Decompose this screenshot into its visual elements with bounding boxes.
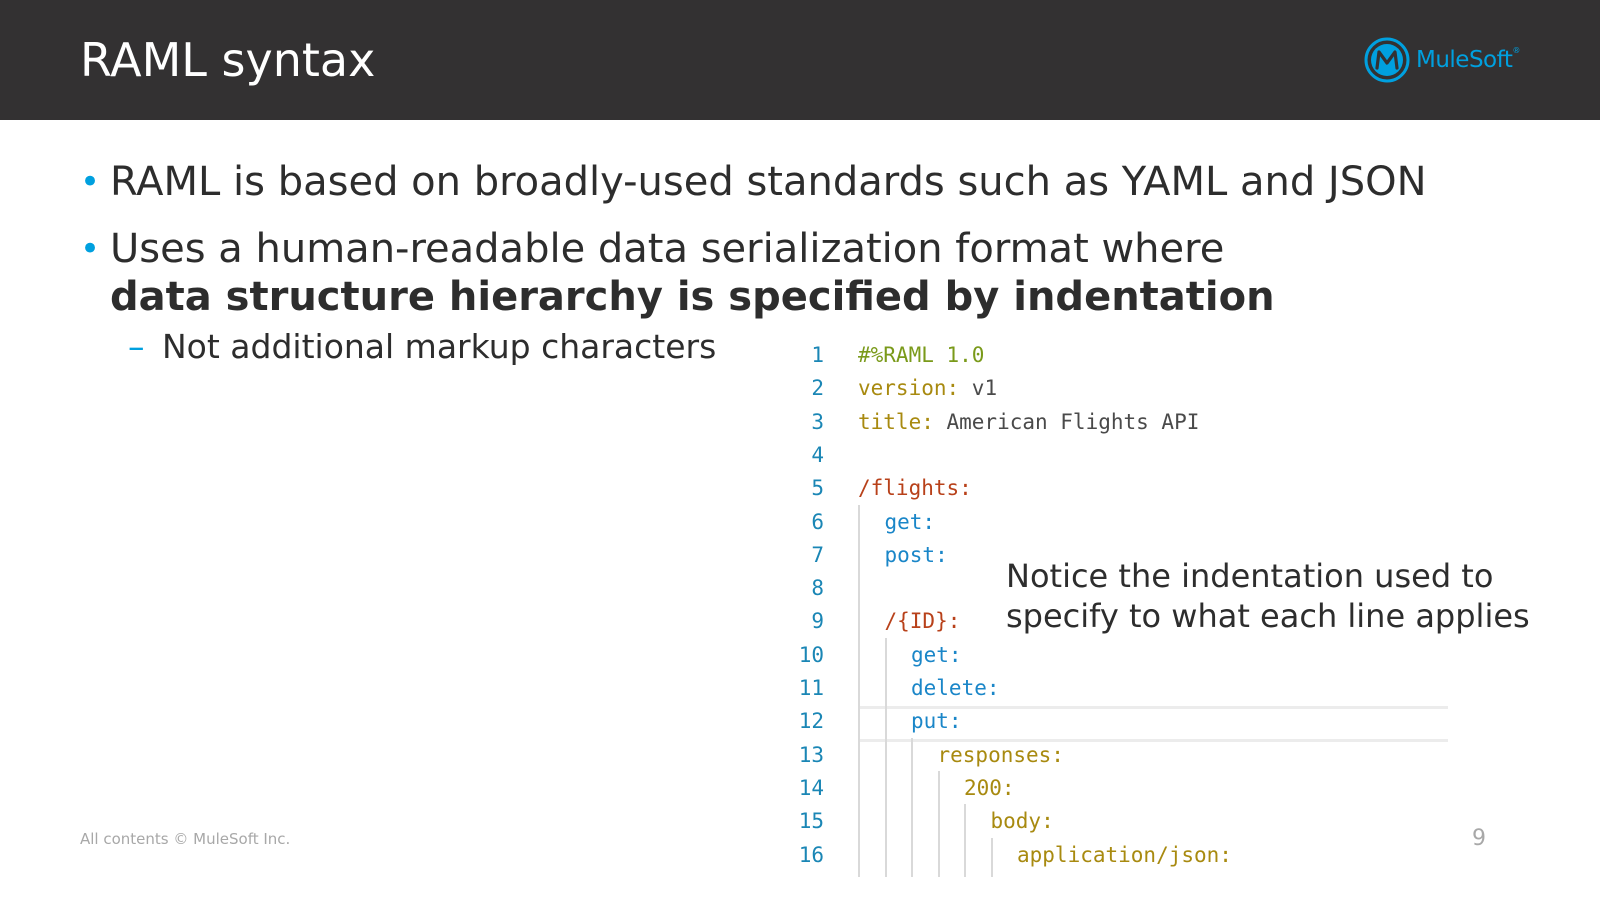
line-number: 14 — [798, 775, 824, 800]
code-token: version: — [858, 376, 960, 401]
code-token: American Flights API — [933, 409, 1200, 434]
code-line: body: — [991, 804, 1054, 838]
code-token: v1 — [959, 376, 998, 401]
line-number: 15 — [798, 809, 824, 834]
code-token: body: — [990, 809, 1054, 834]
annotation-line: Notice the indentation used to — [1006, 557, 1494, 595]
sub-bullet-text: Not additional markup characters — [162, 327, 717, 366]
bullet-text: RAML is based on broadly-used standards … — [110, 159, 1427, 205]
line-number: 11 — [798, 676, 824, 700]
line-number: 5 — [811, 476, 824, 501]
code-line: get: — [885, 505, 936, 539]
indent-guide — [884, 637, 887, 877]
code-line: responses: — [938, 738, 1064, 772]
indent-guide — [990, 837, 993, 877]
code-token: application/json: — [1017, 842, 1232, 867]
code-token: responses: — [937, 742, 1064, 767]
indent-guide — [964, 804, 966, 877]
code-token: #%RAML 1.0 — [858, 343, 985, 367]
line-number: 3 — [811, 409, 824, 434]
code-token: get: — [884, 509, 936, 534]
line-number: 10 — [798, 642, 824, 667]
code-token: 200: — [964, 775, 1015, 800]
line-number: 4 — [811, 442, 824, 467]
line-number: 7 — [811, 542, 824, 567]
line-number: 9 — [811, 609, 824, 634]
code-token: /flights: — [858, 476, 972, 501]
code-line: 200: — [964, 771, 1015, 805]
line-number: 12 — [798, 709, 824, 734]
code-line: #%RAML 1.0 — [858, 338, 984, 372]
logo-text: MuleSoft — [1416, 47, 1513, 73]
code-token: post: — [884, 542, 948, 567]
mulesoft-logo: MuleSoft ® — [1364, 36, 1520, 84]
bullet-text-bold: data structure hierarchy is specified by… — [110, 274, 1275, 320]
footer-copyright: All contents © MuleSoft Inc. — [80, 830, 291, 848]
line-number: 13 — [798, 742, 824, 767]
page-number: 9 — [1472, 826, 1486, 851]
code-token: title: — [858, 409, 934, 434]
mulesoft-logo-icon — [1364, 37, 1410, 83]
code-line: /{ID}: — [885, 604, 961, 638]
code-line: get: — [911, 638, 962, 672]
code-token: delete: — [911, 676, 1000, 700]
code-line: application/json: — [1017, 838, 1232, 872]
code-line: title: American Flights API — [858, 405, 1199, 439]
line-number: 8 — [811, 576, 824, 601]
code-line: /flights: — [858, 471, 972, 505]
bullet-text: Uses a human-readable data serialization… — [110, 225, 1275, 321]
line-number: 6 — [811, 509, 824, 534]
bullet-text-regular: Uses a human-readable data serialization… — [110, 226, 1225, 272]
code-token: put: — [911, 709, 962, 734]
slide-title: RAML syntax — [80, 33, 376, 87]
line-number: 2 — [811, 376, 824, 401]
indent-guide — [911, 737, 913, 877]
indent-guide — [937, 770, 940, 877]
bullet-dot: • — [80, 162, 101, 202]
code-line: post: — [885, 538, 948, 572]
annotation-note: Notice the indentation used to specify t… — [1006, 556, 1530, 636]
code-line: version: v1 — [858, 371, 997, 405]
code-token: /{ID}: — [884, 609, 961, 634]
code-line: delete: — [911, 671, 1000, 705]
code-token: get: — [911, 642, 962, 667]
line-number: 1 — [811, 343, 824, 367]
code-line: put: — [911, 704, 962, 738]
logo-trademark: ® — [1512, 46, 1521, 55]
indent-guide — [858, 504, 860, 877]
line-number: 16 — [798, 842, 824, 867]
annotation-line: specify to what each line applies — [1006, 597, 1530, 635]
bullet-dot: • — [80, 229, 101, 269]
sub-bullet-dash: – — [128, 327, 145, 366]
slide-header: RAML syntax MuleSoft ® — [0, 0, 1600, 120]
